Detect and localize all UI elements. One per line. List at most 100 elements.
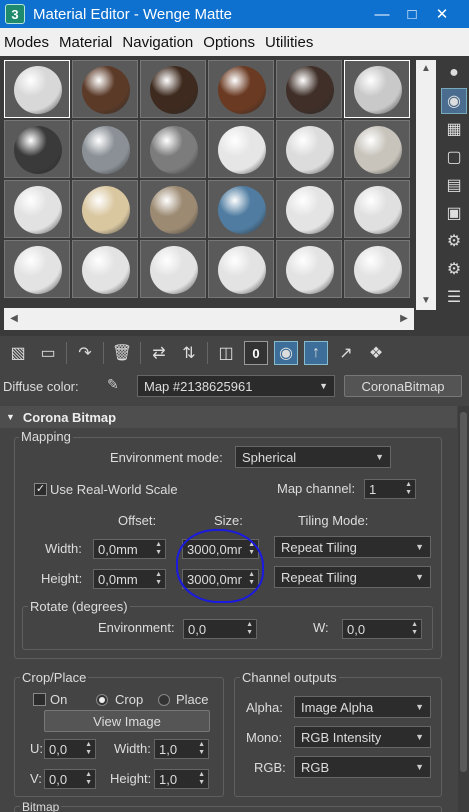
slots-horizontal-scrollbar[interactable]: ◀ ▶ xyxy=(4,308,414,330)
video-color-check-icon[interactable]: ▤ xyxy=(441,172,467,198)
sample-slot[interactable] xyxy=(72,180,138,238)
sample-slot[interactable] xyxy=(4,60,70,118)
select-by-material-icon[interactable]: ⚙ xyxy=(441,256,467,282)
mono-dropdown[interactable]: RGB Intensity ▼ xyxy=(294,726,431,748)
spinner-arrows-icon[interactable]: ▲ ▼ xyxy=(405,481,412,497)
rollout-scrollbar[interactable] xyxy=(458,406,469,812)
crop-height-spinner[interactable]: 1,0 ▲ ▼ xyxy=(154,769,209,789)
crop-on-checkbox[interactable] xyxy=(33,693,46,706)
scroll-up-icon[interactable]: ▲ xyxy=(416,60,436,78)
sample-slot[interactable] xyxy=(344,180,410,238)
environment-rotate-value: 0,0 xyxy=(188,621,207,637)
sample-slot[interactable] xyxy=(140,60,206,118)
spinner-arrows-icon[interactable]: ▲ ▼ xyxy=(198,741,205,757)
map-channel-spinner[interactable]: 1 ▲ ▼ xyxy=(364,479,416,499)
spinner-arrows-icon[interactable]: ▲ ▼ xyxy=(198,771,205,787)
make-preview-icon[interactable]: ▣ xyxy=(441,200,467,226)
map-type-button[interactable]: CoronaBitmap xyxy=(344,375,462,397)
put-to-library-icon[interactable]: ⇅ xyxy=(177,341,201,365)
sample-slot[interactable] xyxy=(72,120,138,178)
maximize-button[interactable]: □ xyxy=(397,0,427,28)
crop-width-spinner[interactable]: 1,0 ▲ ▼ xyxy=(154,739,209,759)
go-to-parent-icon[interactable]: ↑ xyxy=(304,341,328,365)
rotate-group-title: Rotate (degrees) xyxy=(28,599,130,614)
environment-rotate-spinner[interactable]: 0,0 ▲ ▼ xyxy=(183,619,257,639)
backlight-icon[interactable]: ◉ xyxy=(441,88,467,114)
rgb-dropdown[interactable]: RGB ▼ xyxy=(294,756,431,778)
sample-slot[interactable] xyxy=(140,180,206,238)
save-icon[interactable]: ◫ xyxy=(214,341,238,365)
sample-slot[interactable] xyxy=(344,60,410,118)
sample-slot[interactable] xyxy=(72,240,138,298)
close-button[interactable]: ✕ xyxy=(427,0,457,28)
sample-slot[interactable] xyxy=(276,240,342,298)
sample-slot[interactable] xyxy=(208,120,274,178)
sample-slot[interactable] xyxy=(208,240,274,298)
spinner-arrows-icon[interactable]: ▲ ▼ xyxy=(155,571,162,587)
spinner-arrows-icon[interactable]: ▲ ▼ xyxy=(246,621,253,637)
w-rotate-spinner[interactable]: 0,0 ▲ ▼ xyxy=(342,619,422,639)
sample-slot[interactable] xyxy=(344,240,410,298)
eyedropper-icon[interactable]: ✎ xyxy=(107,376,127,396)
sample-slot[interactable] xyxy=(72,60,138,118)
sample-slot[interactable] xyxy=(276,60,342,118)
sample-slot[interactable] xyxy=(4,240,70,298)
place-radio[interactable] xyxy=(158,694,170,706)
menu-navigation[interactable]: Navigation xyxy=(118,34,197,51)
sample-type-icon[interactable]: ● xyxy=(441,60,467,86)
sample-uv-tiling-icon[interactable]: ▢ xyxy=(441,144,467,170)
material-id-channel-button[interactable]: 0 xyxy=(244,341,268,365)
view-image-button[interactable]: View Image xyxy=(44,710,210,732)
reset-map-icon[interactable]: 🗑 xyxy=(110,341,134,365)
menu-options[interactable]: Options xyxy=(199,34,259,51)
sample-slot[interactable] xyxy=(140,240,206,298)
menu-material[interactable]: Material xyxy=(55,34,116,51)
sample-slot[interactable] xyxy=(208,60,274,118)
u-spinner[interactable]: 0,0 ▲ ▼ xyxy=(44,739,96,759)
background-checker-icon[interactable]: ▦ xyxy=(441,116,467,142)
assign-to-selection-icon[interactable]: ↷ xyxy=(73,341,97,365)
slots-vertical-scrollbar[interactable]: ▲ ▼ xyxy=(416,60,436,310)
scroll-down-icon[interactable]: ▼ xyxy=(416,292,436,310)
width-tiling-dropdown[interactable]: Repeat Tiling ▼ xyxy=(274,536,431,558)
sample-slots-area: ▲ ▼ ◀ ▶ ● ◉ ▦ ▢ ▤ ▣ ⚙ ⚙ ☰ xyxy=(0,56,469,336)
alpha-dropdown[interactable]: Image Alpha ▼ xyxy=(294,696,431,718)
spinner-arrows-icon[interactable]: ▲ ▼ xyxy=(155,541,162,557)
scroll-left-icon[interactable]: ◀ xyxy=(4,310,24,328)
sample-slot[interactable] xyxy=(4,120,70,178)
show-shaded-material-icon[interactable]: ◉ xyxy=(274,341,298,365)
put-to-scene-icon[interactable]: ▭ xyxy=(36,341,60,365)
sample-slot[interactable] xyxy=(276,120,342,178)
use-real-world-scale-checkbox[interactable]: ✓ xyxy=(34,483,47,496)
height-offset-spinner[interactable]: 0,0mm ▲ ▼ xyxy=(93,569,166,589)
sample-slot[interactable] xyxy=(344,120,410,178)
spinner-arrows-icon[interactable]: ▲ ▼ xyxy=(85,741,92,757)
minimize-button[interactable]: — xyxy=(367,0,397,28)
pick-material-icon[interactable]: ❖ xyxy=(364,341,388,365)
rollout-scrollbar-thumb[interactable] xyxy=(460,412,467,772)
crop-radio[interactable] xyxy=(96,694,108,706)
sample-slot[interactable] xyxy=(276,180,342,238)
height-tiling-dropdown[interactable]: Repeat Tiling ▼ xyxy=(274,566,431,588)
sample-slot[interactable] xyxy=(208,180,274,238)
window-title: Material Editor - Wenge Matte xyxy=(33,5,232,23)
spinner-arrows-icon[interactable]: ▲ ▼ xyxy=(411,621,418,637)
environment-mode-dropdown[interactable]: Spherical ▼ xyxy=(235,446,391,468)
go-forward-to-sibling-icon[interactable]: ↗ xyxy=(334,341,358,365)
scroll-right-icon[interactable]: ▶ xyxy=(394,310,414,328)
map-name-dropdown[interactable]: Map #2138625961 ▼ xyxy=(137,375,335,397)
v-spinner[interactable]: 0,0 ▲ ▼ xyxy=(44,769,96,789)
sample-slot[interactable] xyxy=(140,120,206,178)
spinner-arrows-icon[interactable]: ▲ ▼ xyxy=(85,771,92,787)
chevron-down-icon: ▼ xyxy=(415,702,424,712)
get-material-icon[interactable]: ▧ xyxy=(6,341,30,365)
make-unique-icon[interactable]: ⇄ xyxy=(147,341,171,365)
menu-utilities[interactable]: Utilities xyxy=(261,34,317,51)
material-navigator-icon[interactable]: ☰ xyxy=(441,284,467,310)
rollout-header[interactable]: ▼ Corona Bitmap xyxy=(0,406,457,428)
menu-modes[interactable]: Modes xyxy=(0,34,53,51)
width-offset-spinner[interactable]: 0,0mm ▲ ▼ xyxy=(93,539,166,559)
crop-on-label: On xyxy=(50,692,68,707)
options-icon[interactable]: ⚙ xyxy=(441,228,467,254)
sample-slot[interactable] xyxy=(4,180,70,238)
